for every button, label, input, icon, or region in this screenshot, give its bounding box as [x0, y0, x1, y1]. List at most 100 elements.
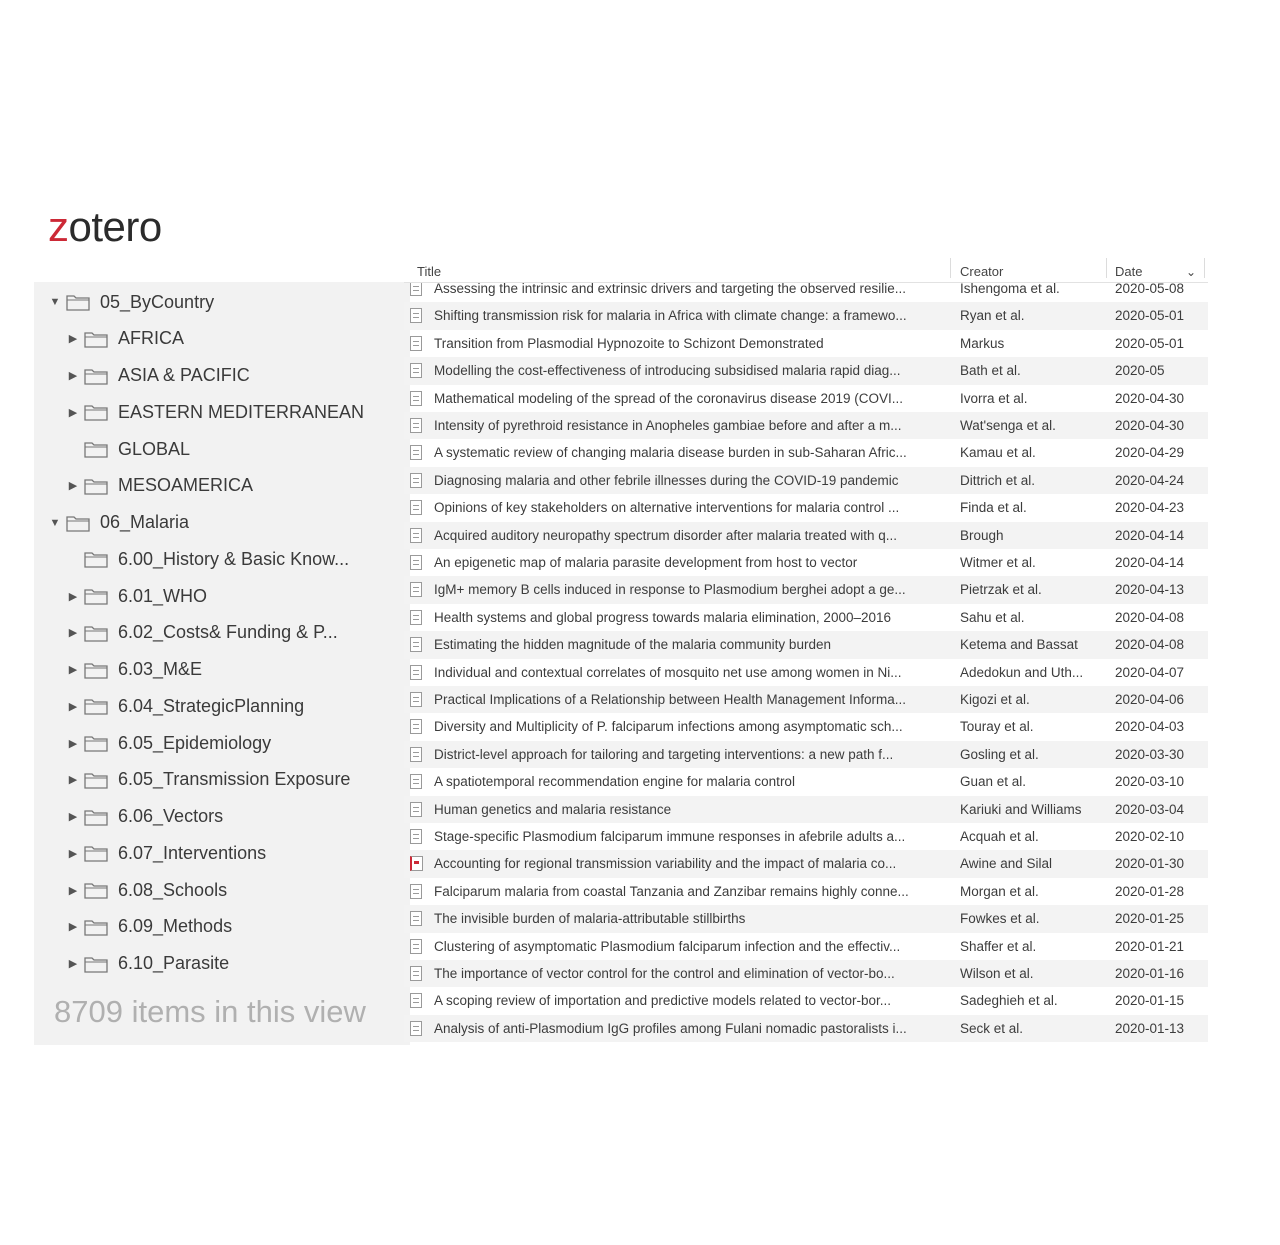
collection-item[interactable]: ▼ 06_Malaria [48, 508, 190, 538]
collection-item[interactable]: ▼ 05_ByCountry [48, 287, 215, 317]
twisty-collapsed-icon[interactable]: ▶ [66, 663, 80, 676]
table-row[interactable]: The invisible burden of malaria-attribut… [404, 905, 1208, 933]
item-title: Health systems and global progress towar… [434, 609, 892, 625]
collection-item[interactable]: ▶ ASIA & PACIFIC [66, 361, 250, 391]
collection-item[interactable]: ▶ 6.01_WHO [66, 581, 207, 611]
item-type-cell [410, 631, 426, 658]
twisty-expanded-icon[interactable]: ▼ [48, 517, 62, 529]
collection-item[interactable]: ▶ 6.09_Methods [66, 912, 232, 942]
twisty-collapsed-icon[interactable]: ▶ [66, 737, 80, 750]
table-row[interactable]: The importance of vector control for the… [404, 960, 1208, 988]
table-row[interactable]: Modelling the cost-effectiveness of intr… [404, 357, 1208, 385]
table-row[interactable]: Practical Implications of a Relationship… [404, 686, 1208, 714]
table-row[interactable]: Diversity and Multiplicity of P. falcipa… [404, 713, 1208, 740]
column-header-title[interactable]: Title [417, 262, 441, 282]
twisty-expanded-icon[interactable]: ▼ [48, 296, 62, 308]
table-row[interactable]: Acquired auditory neuropathy spectrum di… [404, 521, 1208, 549]
twisty-collapsed-icon[interactable]: ▶ [66, 479, 80, 492]
table-row[interactable]: A systematic review of changing malaria … [404, 439, 1208, 466]
table-row[interactable]: Opinions of key stakeholders on alternat… [404, 494, 1208, 521]
item-creator: Morgan et al. [960, 883, 1039, 899]
collection-label: 6.06_Vectors [118, 806, 224, 826]
table-row[interactable]: Stage-specific Plasmodium falciparum imm… [404, 823, 1208, 850]
twisty-collapsed-icon[interactable]: ▶ [66, 847, 80, 860]
table-row[interactable]: Assessing the intrinsic and extrinsic dr… [404, 283, 1208, 302]
item-type-cell [410, 987, 426, 1014]
collection-item[interactable]: ▶ 6.05_Transmission Exposure [66, 765, 351, 795]
zotero-logo: zotero [48, 203, 162, 250]
table-row[interactable]: IgM+ memory B cells induced in response … [404, 576, 1208, 604]
collection-item[interactable]: ▶ 6.05_Epidemiology [66, 728, 271, 758]
item-type-cell [410, 522, 426, 549]
table-row[interactable]: Health systems and global progress towar… [404, 604, 1208, 631]
collection-item[interactable]: ▶ MESOAMERICA [66, 471, 253, 501]
twisty-collapsed-icon[interactable]: ▶ [66, 700, 80, 713]
twisty-collapsed-icon[interactable]: ▶ [66, 369, 80, 382]
collection-item[interactable]: ▶ 6.06_Vectors [66, 802, 223, 832]
table-row[interactable]: Clustering of asymptomatic Plasmodium fa… [404, 933, 1208, 960]
folder-icon [66, 514, 90, 532]
collection-item[interactable]: ▶ 6.08_Schools [66, 875, 227, 905]
twisty-collapsed-icon[interactable]: ▶ [66, 590, 80, 603]
journal-article-icon [410, 554, 422, 570]
collection-label: EASTERN MEDITERRANEAN [118, 401, 365, 422]
table-row[interactable]: Mathematical modeling of the spread of t… [404, 385, 1208, 412]
twisty-collapsed-icon[interactable]: ▶ [66, 810, 80, 823]
table-row[interactable]: Intensity of pyrethroid resistance in An… [404, 412, 1208, 440]
sort-chevron-down-icon[interactable]: ⌄ [1186, 262, 1196, 282]
column-header-creator[interactable]: Creator [960, 262, 1003, 282]
collection-item[interactable]: ▶ 6.07_Interventions [66, 838, 266, 868]
item-title: The invisible burden of malaria-attribut… [434, 911, 746, 927]
twisty-collapsed-icon[interactable]: ▶ [66, 773, 80, 786]
item-date: 2020-04-24 [1115, 472, 1185, 488]
table-row[interactable]: Analysis of anti-Plasmodium IgG profiles… [404, 1014, 1208, 1043]
folder-icon [84, 734, 108, 752]
collection-item[interactable]: 6.00_History & Basic Know... [66, 544, 349, 574]
collection-item[interactable]: ▶ EASTERN MEDITERRANEAN [66, 397, 364, 427]
item-type-cell [410, 283, 426, 302]
collection-label: 06_Malaria [100, 512, 190, 532]
item-creator: Wat'senga et al. [960, 418, 1056, 433]
table-row[interactable]: Falciparum malaria from coastal Tanzania… [404, 878, 1208, 905]
column-resizer[interactable] [1204, 258, 1205, 278]
twisty-collapsed-icon[interactable]: ▶ [66, 920, 80, 933]
item-date: 2020-04-08 [1115, 609, 1185, 625]
table-row[interactable]: Diagnosing malaria and other febrile ill… [404, 466, 1208, 495]
pdf-attachment-icon [410, 856, 423, 872]
items-table-header: Title Creator Date ⌄ [404, 254, 1208, 283]
journal-article-icon [410, 609, 422, 625]
item-creator: Finda et al. [960, 500, 1027, 516]
collection-item[interactable]: ▶ 6.03_M&E [66, 655, 202, 685]
folder-icon [84, 550, 108, 568]
twisty-collapsed-icon[interactable]: ▶ [66, 884, 80, 897]
table-row[interactable]: A scoping review of importation and pred… [404, 987, 1208, 1014]
twisty-collapsed-icon[interactable]: ▶ [66, 957, 80, 970]
collection-item[interactable]: ▶ 6.02_Costs& Funding & P... [66, 618, 338, 648]
collection-label: 6.01_WHO [118, 585, 208, 606]
column-resizer[interactable] [1106, 258, 1107, 278]
collection-item[interactable]: GLOBAL [66, 434, 190, 464]
item-type-cell [410, 549, 426, 576]
column-header-date[interactable]: Date [1115, 262, 1142, 282]
table-row[interactable]: Individual and contextual correlates of … [404, 659, 1208, 686]
collection-item[interactable]: ▶ 6.10_Parasite [66, 949, 229, 979]
twisty-collapsed-icon[interactable]: ▶ [66, 406, 80, 419]
item-creator: Dittrich et al. [960, 472, 1036, 488]
item-type-cell [410, 878, 426, 905]
column-resizer[interactable] [950, 258, 951, 278]
table-row[interactable]: Estimating the hidden magnitude of the m… [404, 631, 1208, 659]
table-row[interactable]: Human genetics and malaria resistance Kar… [404, 795, 1208, 823]
table-row[interactable]: Accounting for regional transmission var… [404, 850, 1208, 878]
collection-item[interactable]: ▶ 6.04_StrategicPlanning [66, 691, 304, 721]
table-row[interactable]: Shifting transmission risk for malaria i… [404, 302, 1208, 330]
twisty-collapsed-icon[interactable]: ▶ [66, 626, 80, 639]
twisty-collapsed-icon[interactable]: ▶ [66, 332, 80, 345]
item-date: 2020-04-03 [1115, 719, 1185, 735]
table-row[interactable]: An epigenetic map of malaria parasite de… [404, 549, 1208, 576]
journal-article-icon [410, 472, 422, 488]
table-row[interactable]: Transition from Plasmodial Hypnozoite to… [404, 330, 1208, 357]
table-row[interactable]: A spatiotemporal recommendation engine f… [404, 768, 1208, 795]
collection-item[interactable]: ▶ AFRICA [66, 324, 184, 354]
table-row[interactable]: District-level approach for tailoring an… [404, 740, 1208, 769]
item-type-cell [410, 302, 426, 329]
